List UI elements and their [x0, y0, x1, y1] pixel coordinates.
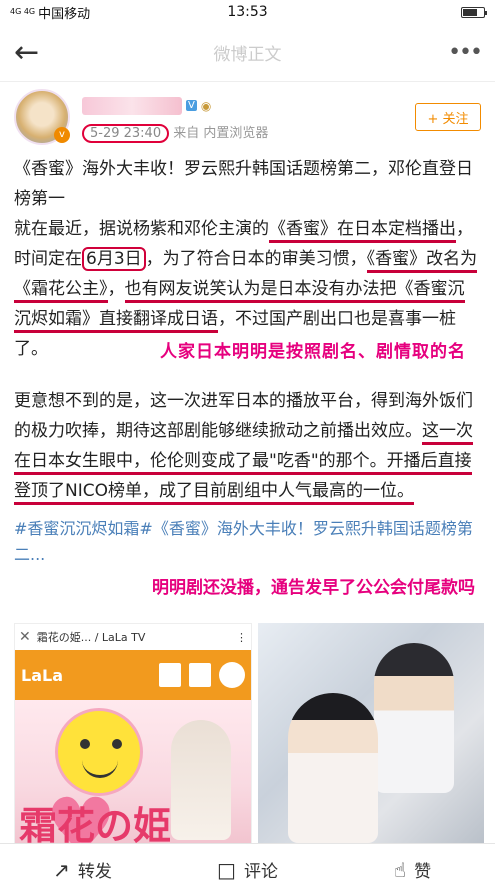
carrier-label: 中国移动 [38, 6, 91, 22]
post-source: 来自 内置浏览器 [173, 125, 269, 141]
more-dots-icon: ••• [448, 40, 483, 65]
level-icon: V [186, 100, 197, 111]
verified-badge-icon: v [54, 127, 70, 143]
comment-icon: □ [217, 857, 236, 882]
share-icon: ↗ [53, 857, 70, 882]
author-name[interactable]: V ◉ [82, 94, 415, 118]
avatar[interactable]: v [14, 89, 70, 145]
drama-title-text: 霜花の姫 [19, 803, 172, 845]
actress-figure [288, 693, 378, 843]
follow-button[interactable]: + 关注 [415, 103, 481, 131]
actor-figure [374, 643, 454, 793]
more-button[interactable]: ••• [441, 40, 483, 65]
tile-icon [159, 663, 181, 687]
close-icon: ✕ [19, 629, 31, 645]
author-row: v V ◉ 5-29 23:40 来自 内置浏览器 + 关注 [0, 82, 495, 148]
repost-button[interactable]: ↗ 转发 [0, 844, 165, 895]
annotation-note-2: 明明剧还没播，通告发早了公公会付尾款吗 [152, 578, 475, 598]
blurred-username [82, 96, 182, 115]
post-images: ✕ 霜花の姫... / LaLa TV ⋮ LaLa ♥ 霜花の姫 [14, 623, 484, 845]
post-time: 5-29 23:40 [82, 123, 170, 143]
post-image-2[interactable] [258, 623, 484, 845]
post-headline: 《香蜜》海外大丰收！罗云熙升韩国话题榜第二，邓伦直登日榜第一 [14, 159, 473, 209]
signal-indicator: 4G 4G [10, 7, 36, 16]
back-button[interactable]: ← [14, 35, 54, 70]
battery-icon [460, 6, 487, 18]
menu-icon [219, 662, 245, 688]
status-time: 13:53 [227, 4, 268, 20]
action-bar: ↗ 转发 □ 评论 ☝ 赞 [0, 843, 495, 895]
topic-link[interactable]: #香蜜沉沉烬如霜#《香蜜》海外大丰收！罗云熙升韩国话题榜第二... [0, 516, 495, 568]
status-bar: 4G 4G 中国移动 13:53 [0, 0, 495, 24]
page-title: 微博正文 [213, 45, 282, 65]
like-button[interactable]: ☝ 赞 [330, 844, 495, 895]
nav-bar: ← 微博正文 ••• [0, 24, 495, 82]
medal-icon: ◉ [200, 98, 212, 113]
tile-icon [189, 663, 211, 687]
post-meta: 5-29 23:40 来自 内置浏览器 [82, 122, 415, 143]
post-paragraph-2: 更意想不到的是，这一次进军日本的播放平台，得到海外饭们的极力吹捧，期待这部剧能够… [14, 386, 481, 506]
post-image-1[interactable]: ✕ 霜花の姫... / LaLa TV ⋮ LaLa ♥ 霜花の姫 [14, 623, 252, 845]
post-body: 《香蜜》海外大丰收！罗云熙升韩国话题榜第二，邓伦直登日榜第一 就在最近，据说杨紫… [0, 148, 495, 506]
character-figure [171, 720, 231, 840]
annotation-note-1: 人家日本明明是按照剧名、剧情取的名 [160, 342, 466, 362]
lala-logo: LaLa [21, 665, 63, 685]
arrow-left-icon: ← [14, 35, 40, 70]
more-dots-icon: ⋮ [236, 630, 247, 644]
thumbs-up-icon: ☝ [393, 857, 407, 882]
comment-button[interactable]: □ 评论 [165, 844, 330, 895]
